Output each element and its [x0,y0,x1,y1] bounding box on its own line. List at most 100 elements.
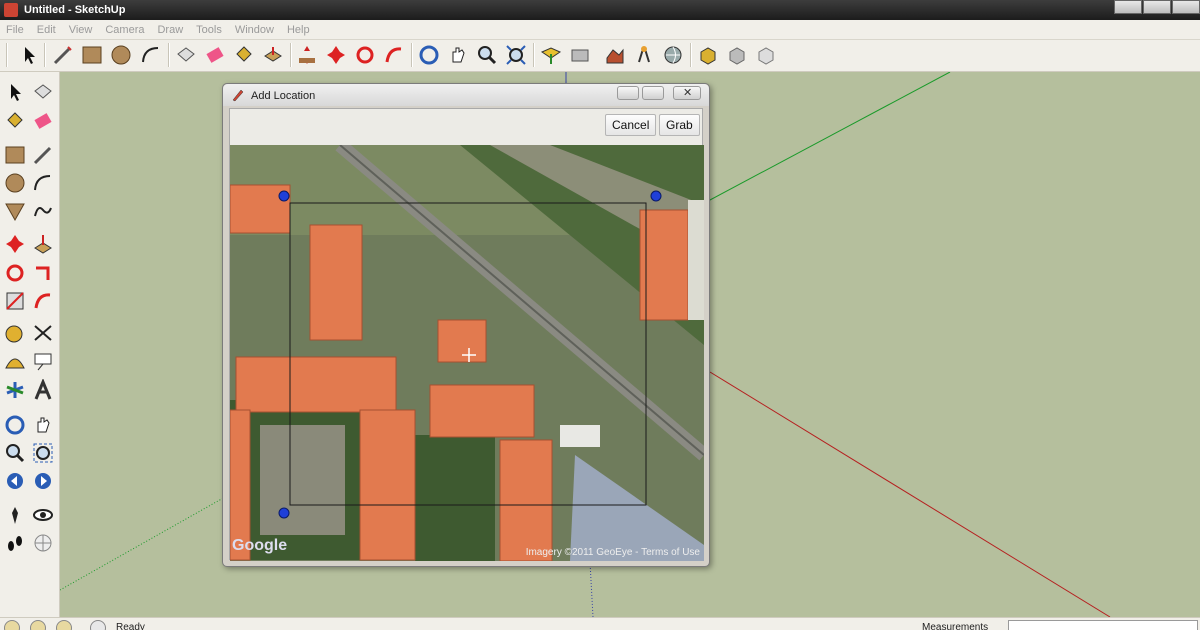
line-icon[interactable] [52,44,74,66]
window-title-bar: Untitled - SketchUp [0,0,1200,20]
pan-icon[interactable] [32,414,54,436]
push-pull-icon[interactable] [262,44,284,66]
rotate-icon[interactable] [325,44,347,66]
left-toolbar [0,72,60,617]
zoom-window-icon[interactable] [32,442,54,464]
blue-axis-dashed [589,561,594,617]
eraser-icon[interactable] [32,110,54,132]
share-component-icon[interactable] [726,44,748,66]
toggle-terrain-icon[interactable] [569,44,591,66]
orbit-icon[interactable] [4,414,26,436]
line-icon[interactable] [32,144,54,166]
axes-icon[interactable] [4,379,26,401]
zoom-extents-icon[interactable] [505,44,527,66]
minimize-button[interactable] [1114,0,1142,14]
maximize-button[interactable] [1143,0,1171,14]
dialog-title-bar: Add Location ✕ [223,84,709,106]
select-icon[interactable] [18,44,40,66]
map-building-white [560,425,600,447]
close-button[interactable] [1172,0,1200,14]
previous-view-icon[interactable] [4,470,26,492]
corner-pin[interactable] [278,507,290,519]
rotate-icon[interactable] [4,262,26,284]
circle-icon[interactable] [4,172,26,194]
map-trees [415,435,495,561]
walk-icon[interactable] [4,532,26,554]
satellite-map[interactable]: Google Imagery ©2011 GeoEye - Terms of U… [230,145,704,561]
dialog-maximize-button[interactable] [642,86,664,100]
menu-view[interactable]: View [63,24,100,36]
freehand-icon[interactable] [32,200,54,222]
move-icon[interactable] [296,44,318,66]
credits-icon[interactable] [30,620,46,630]
get-models-icon[interactable] [633,44,655,66]
help-icon[interactable] [90,620,106,630]
map-copyright[interactable]: Imagery ©2011 GeoEye - Terms of Use [526,547,700,558]
get-photo-texture-icon[interactable] [604,44,626,66]
zoom-extents-icon[interactable] [32,470,54,492]
cancel-button[interactable]: Cancel [605,114,657,136]
map-building-roof [235,356,397,413]
component-icon[interactable] [697,44,719,66]
toolbar-separator [411,43,413,67]
green-axis-dashed [60,496,226,591]
measurements-label: Measurements [922,622,989,630]
scale-icon[interactable] [4,290,26,312]
menu-draw[interactable]: Draw [151,24,190,36]
look-around-icon[interactable] [32,504,54,526]
menu-help[interactable]: Help [281,24,317,36]
eraser-icon[interactable] [204,44,226,66]
paint-bucket-icon[interactable] [4,110,26,132]
push-pull-icon[interactable] [32,233,54,255]
circle-icon[interactable] [110,44,132,66]
menu-camera[interactable]: Camera [99,24,151,36]
corner-pin[interactable] [650,190,662,202]
offset-icon[interactable] [32,290,54,312]
position-camera-icon[interactable] [4,504,26,526]
follow-me-icon[interactable] [354,44,376,66]
dialog-title: Add Location [251,90,316,102]
make-component-icon[interactable] [32,81,54,103]
dialog-minimize-button[interactable] [617,86,639,100]
follow-me-icon[interactable] [32,262,54,284]
status-bar: Ready Measurements [0,617,1200,630]
rectangle-icon[interactable] [4,144,26,166]
protractor-icon[interactable] [4,350,26,372]
offset-icon[interactable] [383,44,405,66]
text-icon[interactable] [32,350,54,372]
move-icon[interactable] [4,233,26,255]
pan-icon[interactable] [447,44,469,66]
dimension-icon[interactable] [32,322,54,344]
section-plane-icon[interactable] [32,532,54,554]
share-model-icon[interactable] [662,44,684,66]
user-icon[interactable] [56,620,72,630]
tape-measure-icon[interactable] [4,322,26,344]
menu-tools[interactable]: Tools [190,24,229,36]
upload-icon[interactable] [755,44,777,66]
paint-bucket-icon[interactable] [233,44,255,66]
menu-edit[interactable]: Edit [31,24,63,36]
3d-text-icon[interactable] [32,379,54,401]
orbit-icon[interactable] [418,44,440,66]
select-icon[interactable] [4,81,26,103]
zoom-icon[interactable] [4,442,26,464]
map-building-roof [359,409,416,561]
menu-window[interactable]: Window [229,24,281,36]
map-building-roof [639,209,689,321]
arc-icon[interactable] [140,44,162,66]
arc-icon[interactable] [32,172,54,194]
corner-pin[interactable] [278,190,290,202]
add-location-icon[interactable] [540,44,562,66]
make-component-icon[interactable] [175,44,197,66]
window-controls [1113,0,1200,14]
geo-location-icon[interactable] [4,620,20,630]
menu-bar: File Edit View Camera Draw Tools Window … [0,20,1200,40]
polygon-icon[interactable] [4,200,26,222]
toolbar-separator [533,43,535,67]
grab-button[interactable]: Grab [659,114,700,136]
measurements-input[interactable] [1008,620,1198,630]
zoom-icon[interactable] [476,44,498,66]
rectangle-icon[interactable] [81,44,103,66]
menu-file[interactable]: File [0,24,31,36]
dialog-close-button[interactable]: ✕ [673,86,701,100]
